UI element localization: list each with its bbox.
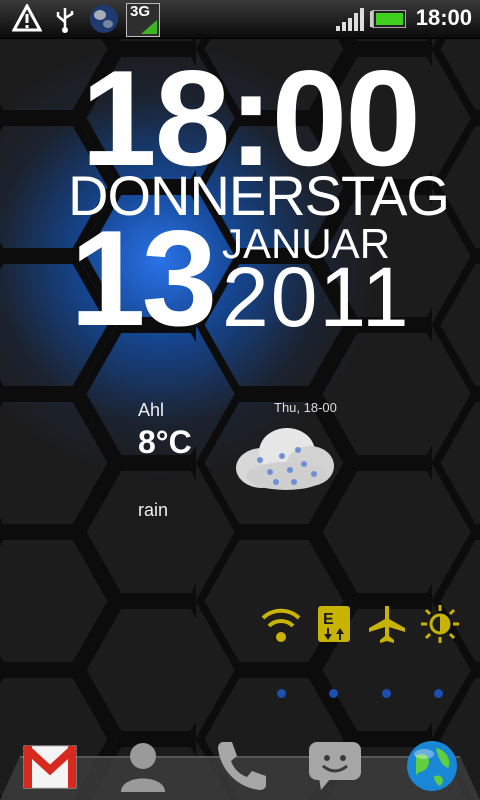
- 3g-label: 3G: [130, 3, 151, 20]
- rain-cloud-icon: [236, 428, 334, 490]
- usb-icon: [56, 8, 74, 33]
- status-time: 18:00: [415, 5, 472, 30]
- phone-icon[interactable]: [209, 736, 269, 796]
- airplane-icon[interactable]: [367, 604, 407, 644]
- weather-forecast-time: Thu, 18-00: [274, 400, 337, 415]
- battery-icon: [370, 10, 406, 28]
- page-dot: [277, 689, 286, 698]
- person-icon[interactable]: [113, 736, 173, 796]
- clock-year: 2011: [222, 250, 411, 344]
- weather-condition: rain: [138, 500, 169, 520]
- dock: [0, 730, 480, 800]
- gmail-icon[interactable]: [20, 736, 80, 796]
- weather-temperature: 8°C: [138, 424, 192, 460]
- 3g-icon: 3G: [126, 3, 160, 37]
- brightness-icon[interactable]: [420, 604, 460, 644]
- page-dot: [434, 689, 443, 698]
- weather-city: Ahl: [138, 400, 165, 420]
- warning-icon: [12, 4, 42, 32]
- wifi-icon[interactable]: [261, 604, 301, 644]
- status-bar: 3G 18:00: [0, 0, 480, 39]
- edge-data-icon[interactable]: E: [314, 604, 354, 644]
- globe-icon: [90, 5, 118, 33]
- svg-text:E: E: [323, 611, 334, 628]
- globe-icon[interactable]: [402, 736, 462, 796]
- page-dot: [329, 689, 338, 698]
- page-dot: [382, 689, 391, 698]
- signal-icon: [336, 8, 364, 31]
- clock-day: 13: [70, 202, 217, 354]
- message-icon[interactable]: [305, 736, 365, 796]
